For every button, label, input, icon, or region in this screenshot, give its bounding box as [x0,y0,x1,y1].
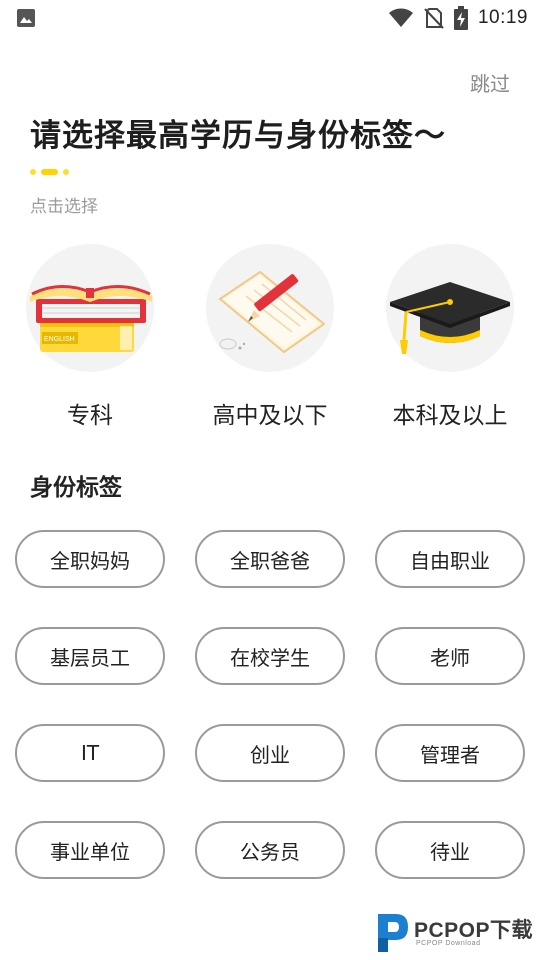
tag-civil-servant[interactable]: 公务员 [195,821,345,879]
page-title: 请选择最高学历与身份标签～ [30,118,446,154]
education-option-bachelor[interactable]: 本科及以上 [365,244,535,430]
battery-charging-icon [453,6,468,30]
indicator-dot-active [41,169,58,175]
tag-full-time-dad[interactable]: 全职爸爸 [195,530,345,588]
watermark-subtitle: PCPOP Download [416,940,481,947]
tag-grassroots-staff[interactable]: 基层员工 [15,627,165,685]
tag-teacher[interactable]: 老师 [375,627,525,685]
education-option-label: 高中及以下 [212,403,328,429]
no-sim-icon [424,8,444,29]
svg-text:ENGLISH: ENGLISH [44,336,75,343]
tag-full-time-mom[interactable]: 全职妈妈 [15,530,165,588]
tag-it[interactable]: IT [15,724,165,782]
notebook-pencil-icon [218,270,326,354]
identity-section-title: 身份标签 [30,475,122,501]
education-option-college[interactable]: ENGLISH 专科 [5,244,175,430]
tag-unemployed[interactable]: 待业 [375,821,525,879]
graduation-cap-icon [390,282,510,354]
wifi-icon [388,8,413,27]
tag-freelancer[interactable]: 自由职业 [375,530,525,588]
page-indicator [30,168,69,176]
tag-student[interactable]: 在校学生 [195,627,345,685]
indicator-dot [30,169,36,175]
education-option-high-school[interactable]: 高中及以下 [185,244,355,430]
tag-manager[interactable]: 管理者 [375,724,525,782]
indicator-dot [63,169,69,175]
hint-text: 点击选择 [30,197,98,217]
status-time: 10:19 [477,7,528,28]
education-option-label: 专科 [67,403,113,429]
tag-startup[interactable]: 创业 [195,724,345,782]
education-options: ENGLISH 专科 高中及以下 本科及以上 [0,244,540,434]
pcpop-logo-icon [378,914,408,952]
education-option-circle [386,244,514,372]
education-option-circle: ENGLISH [26,244,154,372]
education-option-circle [206,244,334,372]
skip-button[interactable]: 跳过 [470,68,510,97]
books-icon: ENGLISH [30,285,152,352]
education-option-label: 本科及以上 [392,403,508,429]
tag-public-institution[interactable]: 事业单位 [15,821,165,879]
image-icon [17,9,35,27]
watermark-logo: PCPOP下载 PCPOP Download [374,910,540,954]
status-bar: 10:19 [0,0,540,36]
